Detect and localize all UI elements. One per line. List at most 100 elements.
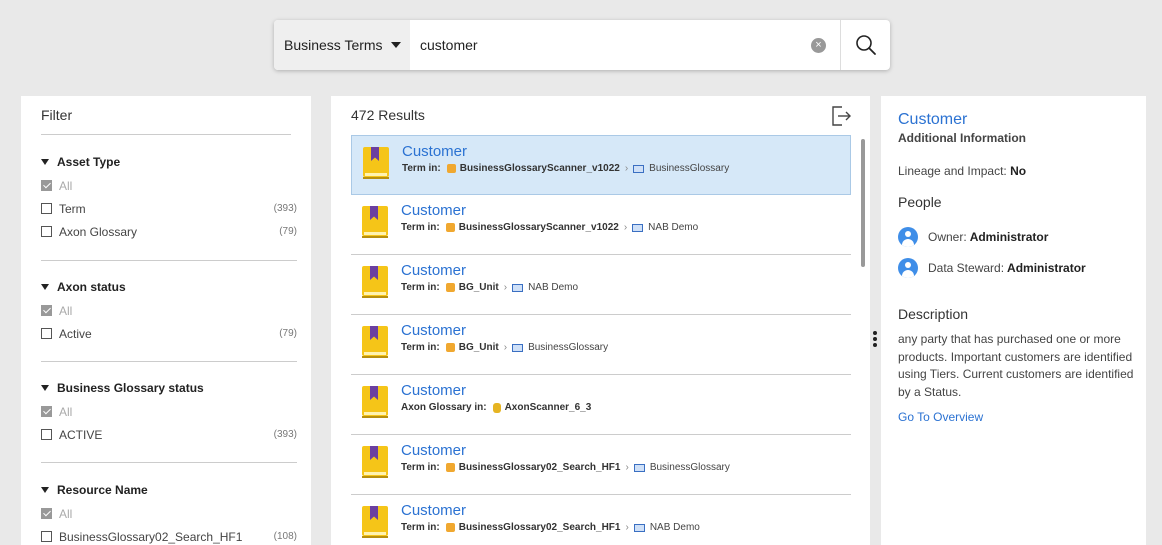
filter-option-label: ACTIVE <box>59 427 103 442</box>
result-location-label: Term in: <box>401 342 440 353</box>
filter-option-count: (108) <box>273 531 297 542</box>
search-icon <box>855 35 876 55</box>
filter-option[interactable]: All <box>41 502 297 525</box>
search-input[interactable] <box>410 20 840 70</box>
go-to-overview-link[interactable]: Go To Overview <box>898 410 983 424</box>
business-term-icon <box>362 506 388 538</box>
package-icon <box>445 523 455 532</box>
result-resource: AxonScanner_6_3 <box>504 402 592 413</box>
collapse-triangle-icon <box>41 159 49 165</box>
glossary-book-icon <box>633 523 645 532</box>
result-row[interactable]: Customer Term in: BusinessGlossaryScanner_… <box>351 195 851 255</box>
result-row[interactable]: Customer Axon Glossary in: AxonScanner_6_3 <box>351 375 851 435</box>
result-path: Term in: BusinessGlossaryScanner_v1022 › NA… <box>401 222 698 233</box>
scope-label: Business Terms <box>284 37 383 53</box>
result-glossary: NAB Demo <box>648 222 699 233</box>
filter-option-label: All <box>59 178 73 193</box>
filter-option[interactable]: Active (79) <box>41 322 297 345</box>
filter-group-header[interactable]: Resource Name <box>41 482 297 498</box>
result-resource: BusinessGlossaryScanner_v1022 <box>459 163 620 174</box>
result-location-label: Term in: <box>402 163 441 174</box>
result-title[interactable]: Customer <box>401 262 466 279</box>
scope-dropdown[interactable]: Business Terms <box>274 20 410 70</box>
search-query-wrapper: × <box>410 20 840 70</box>
filter-option[interactable]: ACTIVE (393) <box>41 423 297 446</box>
result-row[interactable]: Customer Term in: BG_Unit › NAB Demo <box>351 255 851 315</box>
result-glossary: BusinessGlossary <box>649 163 730 174</box>
result-glossary: NAB Demo <box>649 522 700 533</box>
filter-option-count: (79) <box>279 328 297 339</box>
chevron-right-icon: › <box>503 282 508 293</box>
results-panel: 472 Results Customer Term in: BusinessGlos… <box>331 96 870 545</box>
filter-checkbox[interactable] <box>41 531 52 542</box>
filter-option-label: All <box>59 404 73 419</box>
description-heading: Description <box>898 306 969 322</box>
filter-checkbox[interactable] <box>41 180 52 191</box>
result-title[interactable]: Customer <box>401 442 466 459</box>
divider <box>41 134 291 135</box>
filter-group: Resource Name All BusinessGlossary02_Searc… <box>41 482 297 545</box>
filter-option-count: (79) <box>279 226 297 237</box>
filter-option[interactable]: All <box>41 400 297 423</box>
result-title[interactable]: Customer <box>401 322 466 339</box>
result-row[interactable]: Customer Term in: BG_Unit › BusinessGlossary <box>351 315 851 375</box>
glossary-book-icon <box>633 463 645 472</box>
package-icon <box>445 463 455 472</box>
filter-option[interactable]: Term (393) <box>41 197 297 220</box>
filter-title: Filter <box>41 107 73 123</box>
collapse-triangle-icon <box>41 284 49 290</box>
panel-resize-handle-icon[interactable] <box>873 331 877 349</box>
filter-checkbox[interactable] <box>41 203 52 214</box>
package-icon <box>445 223 455 232</box>
result-title[interactable]: Customer <box>401 382 466 399</box>
business-term-icon <box>362 386 388 418</box>
filter-group-title: Business Glossary status <box>57 381 204 395</box>
filter-option[interactable]: Axon Glossary (79) <box>41 220 297 243</box>
result-resource: BusinessGlossaryScanner_v1022 <box>458 222 619 233</box>
result-row[interactable]: Customer Term in: BusinessGlossary02_Searc… <box>351 435 851 495</box>
filter-group-header[interactable]: Asset Type <box>41 154 297 170</box>
result-title[interactable]: Customer <box>401 202 466 219</box>
steward-row: Data Steward: Administrator <box>898 258 1086 278</box>
filter-checkbox[interactable] <box>41 429 52 440</box>
filter-option[interactable]: BusinessGlossary02_Search_HF1 (108) <box>41 525 297 545</box>
filter-checkbox[interactable] <box>41 226 52 237</box>
filter-group-header[interactable]: Axon status <box>41 279 297 295</box>
business-term-icon <box>363 147 389 179</box>
result-row[interactable]: Customer Term in: BusinessGlossaryScanner_… <box>351 135 851 195</box>
owner-value: Administrator <box>969 230 1049 244</box>
description-text: any party that has purchased one or more… <box>898 332 1134 399</box>
search-button[interactable] <box>840 20 890 70</box>
search-bar: Business Terms × <box>274 20 890 70</box>
result-title[interactable]: Customer <box>401 502 466 519</box>
filter-checkbox[interactable] <box>41 406 52 417</box>
export-icon[interactable] <box>830 105 852 127</box>
result-path: Term in: BusinessGlossary02_Search_HF1 › Bu… <box>401 462 730 473</box>
filter-checkbox[interactable] <box>41 328 52 339</box>
result-location-label: Term in: <box>401 462 440 473</box>
chevron-right-icon: › <box>503 342 508 353</box>
owner-row: Owner: Administrator <box>898 227 1048 247</box>
filter-group-header[interactable]: Business Glossary status <box>41 380 297 396</box>
filter-option-count: (393) <box>273 203 297 214</box>
filter-option[interactable]: All <box>41 174 297 197</box>
result-glossary: BusinessGlossary <box>528 342 609 353</box>
result-row[interactable]: Customer Term in: BusinessGlossary02_Searc… <box>351 495 851 545</box>
detail-panel: Customer Additional Information Lineage … <box>881 96 1146 545</box>
result-location-label: Term in: <box>401 282 440 293</box>
results-scrollbar[interactable] <box>861 139 865 267</box>
filter-option[interactable]: All <box>41 299 297 322</box>
chevron-right-icon: › <box>623 222 628 233</box>
result-resource: BG_Unit <box>458 342 499 353</box>
result-path: Term in: BG_Unit › BusinessGlossary <box>401 342 608 353</box>
filter-checkbox[interactable] <box>41 508 52 519</box>
detail-title[interactable]: Customer <box>898 111 967 129</box>
glossary-book-icon <box>512 283 524 292</box>
result-location-label: Term in: <box>401 522 440 533</box>
filter-option-label: Axon Glossary <box>59 224 138 239</box>
filter-group: Business Glossary status All ACTIVE (393) <box>41 380 297 446</box>
clear-search-icon[interactable]: × <box>811 38 826 53</box>
steward-value: Administrator <box>1007 261 1086 275</box>
filter-checkbox[interactable] <box>41 305 52 316</box>
result-title[interactable]: Customer <box>402 143 467 160</box>
